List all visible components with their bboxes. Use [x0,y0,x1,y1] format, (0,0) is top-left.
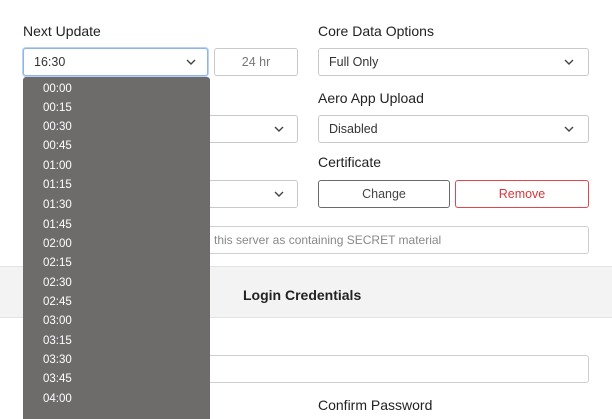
24hr-button[interactable]: 24 hr [214,48,298,76]
time-option[interactable]: 02:15 [43,255,72,271]
time-option[interactable]: 00:15 [43,100,72,116]
certificate-label: Certificate [318,154,382,170]
next-update-dropdown-list[interactable]: 00:00 00:15 00:30 00:45 01:00 01:15 01:3… [23,77,210,419]
time-option[interactable]: 01:45 [43,217,72,233]
time-option[interactable]: 00:45 [43,138,72,154]
time-option[interactable]: 00:00 [43,81,72,97]
change-certificate-button[interactable]: Change [318,180,450,208]
aero-upload-label: Aero App Upload [318,90,424,106]
secret-material-text: this server as containing SECRET materia… [214,233,442,247]
chevron-down-icon [564,57,574,67]
aero-upload-select[interactable]: Disabled [318,115,589,143]
time-option[interactable]: 01:00 [43,158,72,174]
time-option[interactable]: 01:15 [43,177,72,193]
time-option[interactable]: 02:30 [43,275,72,291]
confirm-password-label: Confirm Password [318,397,433,413]
time-option[interactable]: 03:00 [43,313,72,329]
time-option[interactable]: 03:15 [43,333,72,349]
time-option[interactable]: 04:00 [43,391,72,407]
chevron-down-icon [274,189,284,199]
time-option[interactable]: 03:30 [43,352,72,368]
time-option[interactable]: 02:00 [43,236,72,252]
chevron-down-icon [186,57,196,67]
time-option[interactable]: 00:30 [43,119,72,135]
core-data-value: Full Only [329,55,379,69]
core-data-label: Core Data Options [318,23,434,39]
next-update-value: 16:30 [34,55,66,69]
next-update-select[interactable]: 16:30 [23,48,208,76]
login-credentials-title: Login Credentials [243,287,362,303]
aero-upload-value: Disabled [329,122,378,136]
chevron-down-icon [274,124,284,134]
time-option[interactable]: 02:45 [43,294,72,310]
next-update-label: Next Update [23,23,101,39]
time-option[interactable]: 03:45 [43,371,72,387]
remove-certificate-button[interactable]: Remove [455,180,589,208]
time-option[interactable]: 01:30 [43,197,72,213]
core-data-select[interactable]: Full Only [318,48,589,76]
chevron-down-icon [564,124,574,134]
